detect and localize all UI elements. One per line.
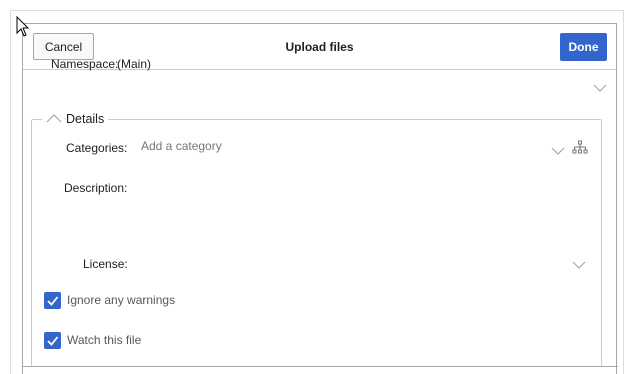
details-fieldset: Details [31, 111, 602, 367]
dialog-bottom-divider [22, 366, 618, 367]
categories-dropdown-chevron-icon[interactable] [551, 147, 565, 155]
categories-input[interactable] [141, 139, 521, 153]
dialog-title: Upload files [285, 40, 354, 54]
license-dropdown-chevron-icon[interactable] [572, 261, 586, 269]
watch-file-label[interactable]: Watch this file [67, 333, 141, 347]
categories-label: Categories: [66, 141, 128, 155]
namespace-select[interactable]: (Main) [117, 57, 151, 71]
description-label: Description: [64, 181, 128, 195]
details-toggle[interactable]: Details [42, 111, 109, 127]
chevron-up-icon [46, 112, 62, 126]
namespace-dropdown-chevron-icon[interactable] [593, 84, 607, 92]
license-label: License: [83, 257, 128, 271]
category-hierarchy-icon[interactable] [572, 140, 588, 159]
watch-file-checkbox[interactable] [44, 332, 61, 349]
description-field[interactable] [141, 176, 571, 226]
checkmark-icon [47, 296, 59, 306]
ignore-warnings-label[interactable]: Ignore any warnings [67, 293, 175, 307]
license-select[interactable] [141, 252, 591, 272]
done-button[interactable]: Done [560, 33, 607, 61]
details-legend: Details [66, 112, 105, 126]
checkmark-icon [47, 336, 59, 346]
namespace-label: Namespace: [51, 57, 119, 71]
ignore-warnings-checkbox[interactable] [44, 292, 61, 309]
mouse-cursor-icon [16, 15, 30, 41]
